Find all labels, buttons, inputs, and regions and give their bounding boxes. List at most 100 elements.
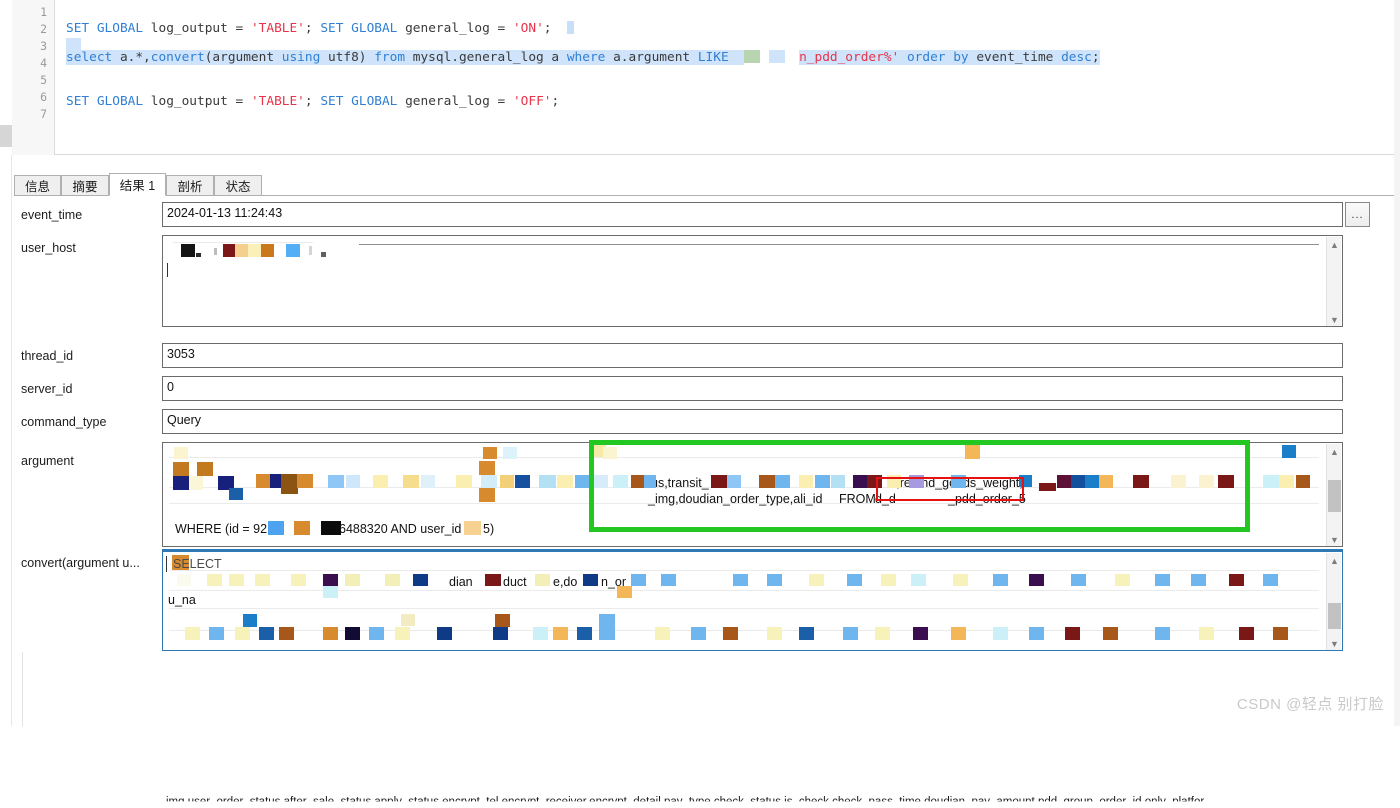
- result-pane: 信息 摘要 结果 1 剖析 状态 event_time 2024-01-13 1…: [0, 155, 1400, 726]
- line-number: 2: [40, 21, 47, 38]
- scroll-up-icon[interactable]: ▲: [1327, 237, 1342, 252]
- redacted-block: [1085, 475, 1099, 488]
- sql-keyword: convert: [151, 50, 205, 65]
- sql-identifier: a.argument: [605, 50, 697, 65]
- redacted-block: [503, 447, 517, 459]
- redacted-block: [229, 488, 243, 500]
- input-user-host[interactable]: ▲ ▼: [162, 235, 1343, 327]
- sql-keyword: SET: [66, 21, 89, 36]
- redacted-block: [413, 574, 428, 586]
- tab-info[interactable]: 信息: [14, 175, 61, 196]
- sql-string: 'TABLE': [251, 94, 305, 109]
- ghost-text-rule: [169, 570, 1319, 571]
- redacted-block: [207, 574, 222, 586]
- redacted-block: [323, 627, 338, 640]
- sql-keyword: SET: [320, 21, 343, 36]
- argument-fragment: FROM: [839, 492, 876, 506]
- scroll-up-icon[interactable]: ▲: [1327, 444, 1342, 459]
- redacted-block: [1239, 627, 1254, 640]
- redacted-block: [644, 475, 656, 488]
- convert-fragment: SELECT: [173, 557, 222, 571]
- redacted-block: [1282, 445, 1296, 458]
- redacted-block: [256, 474, 271, 488]
- sql-punct: ;: [552, 94, 560, 109]
- text-rule: [359, 244, 1319, 245]
- tab-summary[interactable]: 摘要: [61, 175, 109, 196]
- redacted-block: [1273, 627, 1288, 640]
- redacted-block: [373, 475, 388, 488]
- scroll-thumb[interactable]: [1328, 252, 1341, 260]
- redacted-block: [464, 521, 481, 535]
- redacted-block: [1057, 475, 1071, 488]
- redacted-block: [767, 574, 782, 586]
- redacted-block: [259, 627, 274, 640]
- scroll-thumb[interactable]: [1328, 480, 1341, 512]
- code-line-7: SET GLOBAL log_output = 'TABLE'; SET GLO…: [66, 93, 559, 110]
- input-thread-id[interactable]: 3053: [162, 343, 1343, 368]
- redacted-block: [603, 447, 617, 459]
- input-argument[interactable]: us,transit_ s,refund_goods_weight,r _img…: [162, 442, 1343, 547]
- redacted-block: [1191, 574, 1206, 586]
- event-time-ellipsis-button[interactable]: ...: [1345, 202, 1370, 227]
- line-number: 3: [40, 38, 47, 55]
- input-convert-argument[interactable]: SELECT dian duct e,do n_or: [162, 551, 1343, 651]
- input-server-id[interactable]: 0: [162, 376, 1343, 401]
- redacted-block: [189, 476, 203, 490]
- redacted-block: [911, 574, 926, 586]
- pane-left-strip: [0, 155, 12, 726]
- convert-fragment: u_na: [168, 593, 196, 607]
- convert-argument-vertical-scrollbar[interactable]: ▲ ▼: [1326, 553, 1341, 651]
- redacted-block: [197, 462, 213, 476]
- redacted-block: [993, 574, 1008, 586]
- user-host-vertical-scrollbar[interactable]: ▲ ▼: [1326, 237, 1341, 327]
- sql-identifier: (argument: [205, 50, 282, 65]
- editor-code-area[interactable]: SET GLOBAL log_output = 'TABLE'; SET GLO…: [56, 0, 1400, 155]
- sql-editor[interactable]: 1 2 3 4 5 6 7 SET GLOBAL log_output = 'T…: [0, 0, 1400, 155]
- redacted-block: [500, 475, 514, 488]
- scroll-thumb[interactable]: [1328, 603, 1341, 629]
- redacted-block: [1115, 574, 1130, 586]
- input-command-type[interactable]: Query: [162, 409, 1343, 434]
- input-event-time[interactable]: 2024-01-13 11:24:43: [162, 202, 1343, 227]
- redacted-block: [493, 627, 508, 640]
- redacted-block: [294, 521, 310, 535]
- redacted-block: [785, 50, 799, 63]
- tab-status[interactable]: 状态: [214, 175, 262, 196]
- redacted-block: [385, 574, 400, 586]
- argument-fragment: 5): [483, 522, 494, 536]
- sql-keyword: using: [282, 50, 321, 65]
- label-user-host: user_host: [21, 241, 76, 255]
- tab-profile[interactable]: 剖析: [166, 175, 214, 196]
- redacted-block: [577, 627, 592, 640]
- scroll-up-icon[interactable]: ▲: [1327, 553, 1342, 568]
- redacted-block: [744, 50, 760, 63]
- argument-vertical-scrollbar[interactable]: ▲ ▼: [1326, 444, 1341, 547]
- redacted-block: [831, 475, 845, 488]
- sql-string: 'OFF': [513, 94, 552, 109]
- sql-string: 'ON': [513, 21, 544, 36]
- redacted-block: [535, 574, 550, 586]
- tab-label: 状态: [225, 176, 250, 195]
- label-command-type: command_type: [21, 415, 106, 429]
- redacted-block: [1099, 475, 1113, 488]
- redacted-block: [913, 627, 928, 640]
- redacted-block: [421, 475, 435, 488]
- sql-identifier: utf8): [320, 50, 374, 65]
- redacted-block: [345, 627, 360, 640]
- scroll-down-icon[interactable]: ▼: [1327, 636, 1342, 651]
- tab-label: 剖析: [177, 176, 202, 195]
- redacted-block: [1218, 475, 1234, 488]
- scroll-down-icon[interactable]: ▼: [1327, 312, 1342, 327]
- event-time-value: 2024-01-13 11:24:43: [167, 206, 282, 220]
- sql-keyword: from: [374, 50, 405, 65]
- server-id-value: 0: [167, 380, 174, 394]
- editor-splitter-handle[interactable]: [0, 125, 12, 147]
- label-argument: argument: [21, 454, 74, 468]
- redacted-block: [553, 627, 568, 640]
- scroll-down-icon[interactable]: ▼: [1327, 532, 1342, 547]
- redacted-block: [1199, 475, 1214, 488]
- tab-result1[interactable]: 结果 1: [109, 173, 166, 196]
- label-convert-argument: convert(argument u...: [21, 556, 140, 570]
- sql-identifier: a.*,: [112, 50, 151, 65]
- redacted-block: [185, 627, 200, 640]
